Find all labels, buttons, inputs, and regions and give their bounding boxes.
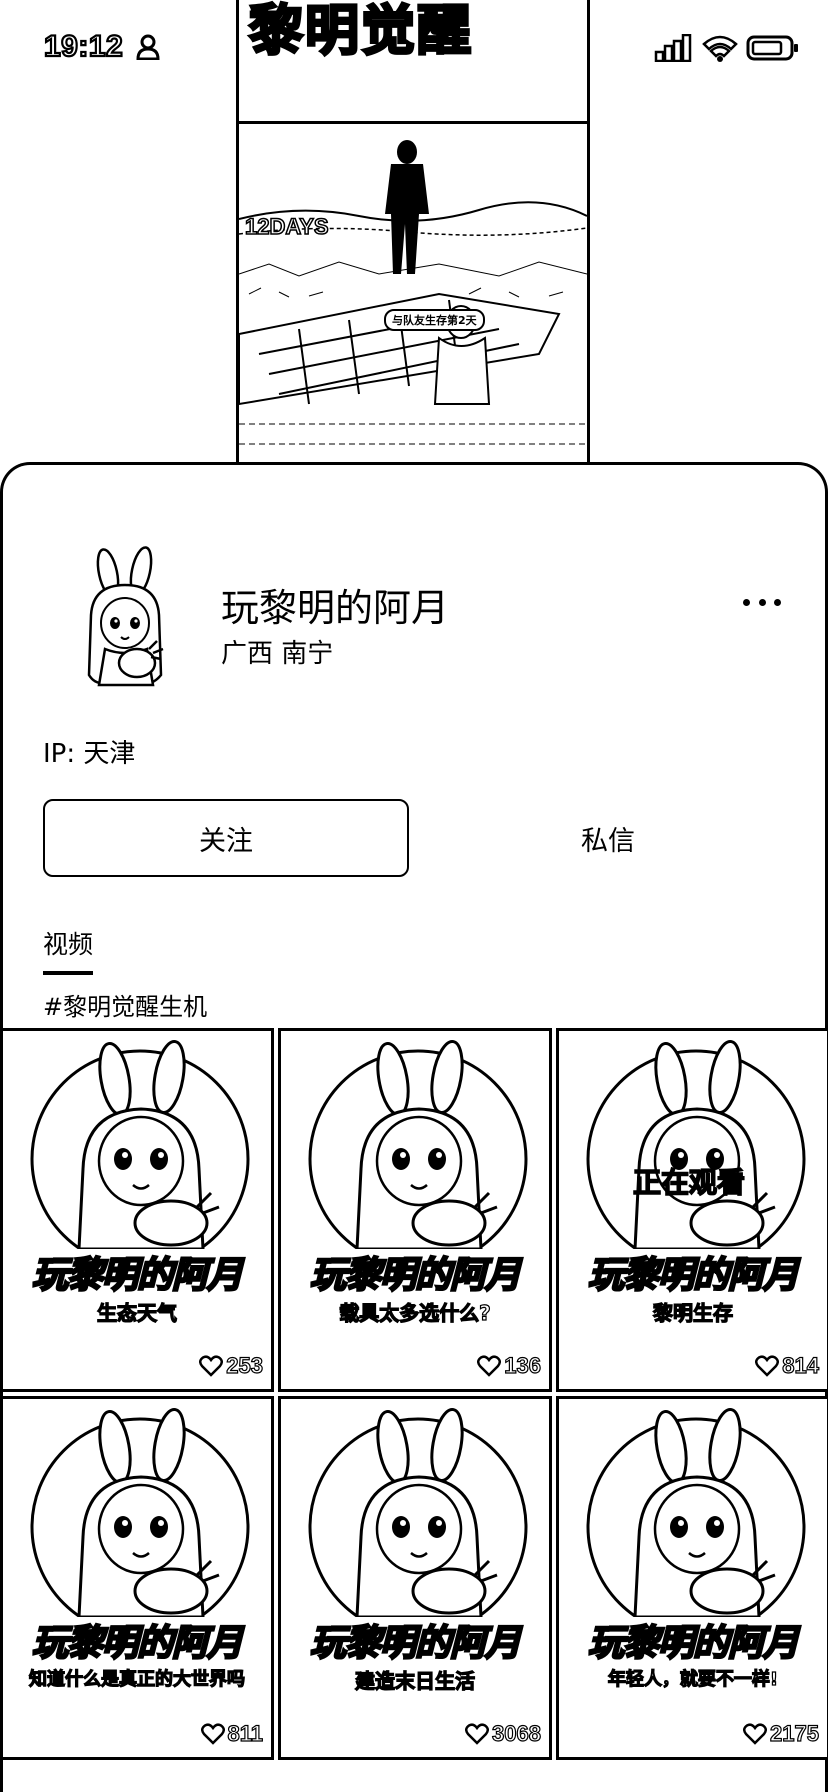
profile-location: 广西 南宁 — [221, 639, 334, 669]
video-card-subtitle: 知道什么是真正的大世界吗 — [28, 1668, 245, 1690]
video-card-title: 玩黎明的阿月 — [587, 1254, 801, 1298]
person-icon — [136, 34, 160, 64]
more-horizontal-icon — [743, 598, 750, 606]
video-card-title: 玩黎明的阿月 — [309, 1622, 523, 1666]
game-scene-illustration — [239, 140, 587, 445]
now-watching-label: 正在观看 — [632, 1165, 746, 1200]
cover-illustration — [308, 1407, 528, 1617]
video-card[interactable]: 玩黎明的阿月 建造末日生活 3068 — [278, 1396, 552, 1760]
video-card-title: 玩黎明的阿月 — [309, 1254, 523, 1298]
heart-icon — [743, 1723, 768, 1745]
profile-name: 玩黎明的阿月 — [221, 586, 450, 630]
like-count: 2175 — [769, 1720, 819, 1746]
heart-icon — [200, 1723, 225, 1745]
avatar[interactable] — [63, 545, 193, 695]
heart-icon — [465, 1723, 490, 1745]
video-card[interactable]: 玩黎明的阿月 黎明生存 正在观看 814 — [556, 1028, 828, 1392]
heart-icon — [755, 1355, 780, 1377]
more-horizontal-icon-dot — [758, 598, 766, 606]
video-card-subtitle: 载具太多选什么? — [339, 1300, 492, 1325]
video-card-title: 玩黎明的阿月 — [587, 1622, 801, 1666]
video-card-likes: 814 — [755, 1352, 820, 1379]
cover-illustration — [586, 1407, 806, 1617]
more-horizontal-icon-dot — [774, 598, 781, 606]
follow-button[interactable]: 关注 — [43, 799, 409, 877]
video-card[interactable]: 玩黎明的阿月 年轻人，就要不一样! 2175 — [556, 1396, 828, 1760]
video-card-title: 玩黎明的阿月 — [31, 1622, 245, 1666]
cover-illustration — [30, 1407, 250, 1617]
signal-icon — [654, 33, 694, 66]
video-card[interactable]: 玩黎明的阿月 生态天气 253 — [0, 1028, 274, 1392]
cover-illustration — [586, 1039, 806, 1249]
video-card-likes: 811 — [200, 1720, 264, 1747]
wifi-icon — [702, 34, 738, 66]
ip-location: IP: 天津 — [43, 739, 136, 769]
status-bar: 19:12 — [0, 0, 828, 100]
tab-videos[interactable]: 视频 — [43, 925, 94, 975]
like-count: 253 — [226, 1352, 264, 1378]
background-video-badge: 12DAYS — [244, 213, 329, 240]
background-video-caption: 与队友生存第2天 — [384, 309, 485, 331]
status-time: 19:12 — [43, 29, 124, 64]
video-card-likes: 2175 — [743, 1720, 820, 1747]
video-card-subtitle: 年轻人，就要不一样! — [607, 1668, 779, 1690]
heart-icon — [199, 1355, 224, 1377]
video-card-subtitle: 建造末日生活 — [354, 1668, 475, 1693]
video-card[interactable]: 玩黎明的阿月 载具太多选什么? 136 — [278, 1028, 552, 1392]
hashtag-link[interactable]: #黎明觉醒生机 — [43, 987, 207, 1022]
video-card-subtitle: 生态天气 — [96, 1300, 177, 1325]
more-options-button[interactable] — [737, 587, 787, 617]
video-card[interactable]: 玩黎明的阿月 知道什么是真正的大世界吗 811 — [0, 1396, 274, 1760]
heart-icon — [477, 1355, 502, 1377]
cover-illustration — [308, 1039, 528, 1249]
video-card-subtitle: 黎明生存 — [652, 1300, 733, 1325]
cover-illustration — [30, 1039, 250, 1249]
status-icons — [654, 33, 800, 66]
like-count: 811 — [227, 1720, 264, 1746]
message-button[interactable]: 私信 — [473, 799, 743, 877]
video-card-likes: 3068 — [465, 1720, 542, 1747]
video-card-title: 玩黎明的阿月 — [31, 1254, 245, 1298]
like-count: 814 — [782, 1352, 820, 1378]
background-video-scene: 12DAYS 与队友生存第2天 — [239, 124, 587, 470]
like-count: 3068 — [491, 1720, 541, 1746]
video-card-likes: 136 — [477, 1352, 542, 1379]
like-count: 136 — [504, 1352, 542, 1378]
video-card-likes: 253 — [199, 1352, 264, 1379]
battery-icon — [746, 34, 800, 66]
